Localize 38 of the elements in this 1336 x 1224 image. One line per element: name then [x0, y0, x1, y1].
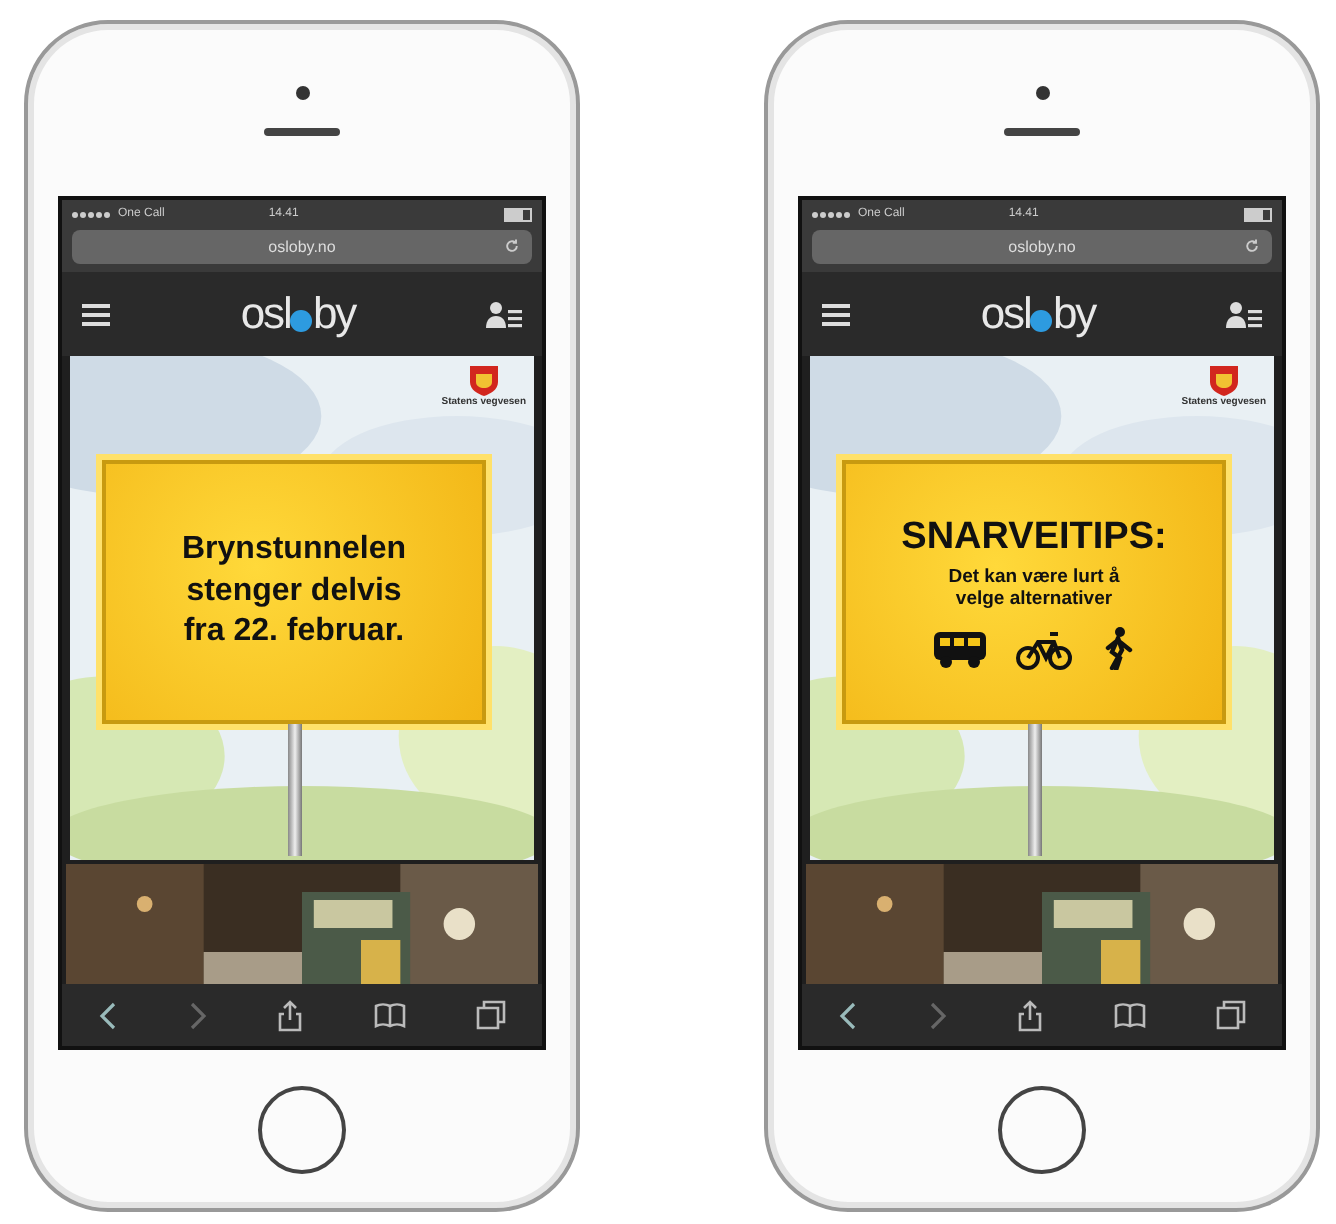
battery-icon — [504, 207, 532, 221]
forward-icon[interactable] — [928, 1001, 949, 1029]
menu-icon[interactable] — [82, 303, 110, 325]
home-button[interactable] — [998, 1085, 1086, 1173]
sign-title: SNARVEITIPS: — [901, 515, 1167, 559]
reload-icon[interactable] — [504, 238, 520, 254]
sign-text: Brynstunnelen stenger delvis fra 22. februar. — [181, 529, 406, 653]
address-field[interactable]: osloby.no — [812, 230, 1272, 264]
home-button[interactable] — [258, 1085, 346, 1173]
back-icon[interactable] — [97, 1001, 118, 1029]
signal-icon — [72, 211, 110, 217]
site-logo[interactable]: osl by — [240, 288, 356, 340]
share-icon[interactable] — [278, 999, 303, 1031]
menu-icon[interactable] — [822, 303, 850, 325]
coat-of-arms-icon — [467, 364, 500, 396]
forward-icon[interactable] — [188, 1001, 209, 1029]
sign-text: Det kan være lurt å velge alternativer — [948, 565, 1120, 609]
site-logo[interactable]: osl by — [980, 288, 1096, 340]
tabs-icon[interactable] — [476, 1000, 507, 1030]
bookmarks-icon[interactable] — [1113, 1002, 1146, 1028]
tabs-icon[interactable] — [1216, 1000, 1247, 1030]
share-icon[interactable] — [1018, 999, 1043, 1031]
back-icon[interactable] — [837, 1001, 858, 1029]
user-list-icon[interactable] — [1226, 300, 1262, 328]
signal-icon — [812, 211, 850, 217]
speaker-icon — [1004, 127, 1080, 135]
walking-person-icon — [1100, 625, 1136, 669]
bookmarks-icon[interactable] — [373, 1002, 406, 1028]
user-list-icon[interactable] — [486, 300, 522, 328]
battery-icon — [1244, 207, 1272, 221]
camera-icon — [1035, 85, 1049, 99]
reload-icon[interactable] — [1244, 238, 1260, 254]
speaker-icon — [264, 127, 340, 135]
bus-icon — [932, 629, 988, 669]
bicycle-icon — [1016, 629, 1072, 669]
camera-icon — [295, 85, 309, 99]
coat-of-arms-icon — [1207, 364, 1240, 396]
address-field[interactable]: osloby.no — [72, 230, 532, 264]
